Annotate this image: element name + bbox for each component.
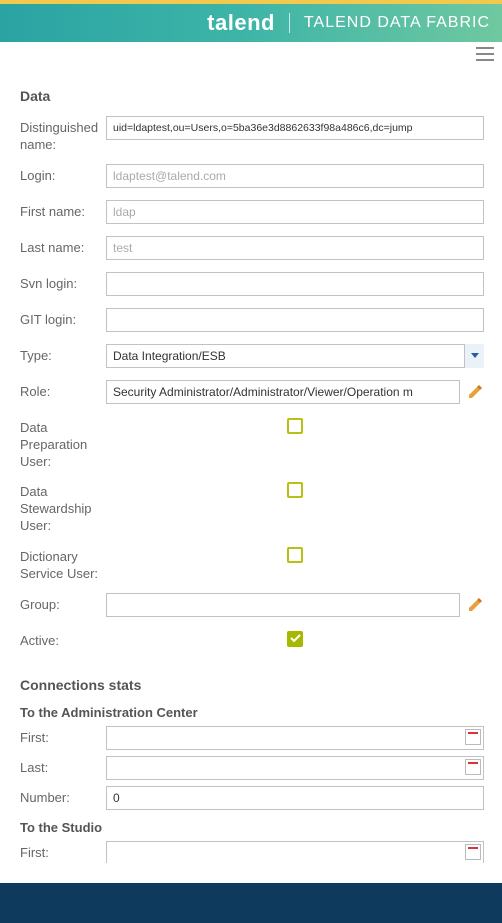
label-role: Role:: [20, 380, 106, 401]
app-header: talend TALEND DATA FABRIC: [0, 4, 502, 42]
ac-number-input[interactable]: [106, 786, 484, 810]
git-login-input[interactable]: [106, 308, 484, 332]
calendar-icon[interactable]: [465, 844, 481, 860]
form-content: Data Distinguished name: Login: First na…: [0, 66, 502, 863]
label-first-name: First name:: [20, 200, 106, 221]
calendar-icon[interactable]: [465, 759, 481, 775]
footer-bar: [0, 883, 502, 923]
label-svn-login: Svn login:: [20, 272, 106, 293]
active-checkbox[interactable]: [287, 631, 303, 647]
st-first-input[interactable]: [106, 841, 484, 863]
distinguished-name-input[interactable]: [106, 116, 484, 140]
chevron-down-icon[interactable]: [464, 344, 484, 368]
edit-group-icon[interactable]: [466, 596, 484, 614]
subheading-studio: To the Studio: [20, 820, 484, 835]
first-name-input[interactable]: [106, 200, 484, 224]
ac-first-input[interactable]: [106, 726, 484, 750]
label-distinguished-name: Distinguished name:: [20, 116, 106, 154]
type-select[interactable]: [106, 344, 484, 368]
label-group: Group:: [20, 593, 106, 614]
product-title: TALEND DATA FABRIC: [304, 14, 490, 32]
label-ac-number: Number:: [20, 790, 106, 805]
role-input[interactable]: [106, 380, 460, 404]
svn-login-input[interactable]: [106, 272, 484, 296]
section-title-connections: Connections stats: [20, 677, 484, 693]
logo-brand: talend: [207, 10, 275, 36]
data-prep-user-checkbox[interactable]: [287, 418, 303, 434]
label-ac-last: Last:: [20, 760, 106, 775]
label-login: Login:: [20, 164, 106, 185]
ac-last-input[interactable]: [106, 756, 484, 780]
edit-role-icon[interactable]: [466, 383, 484, 401]
menu-row: [0, 42, 502, 66]
calendar-icon[interactable]: [465, 729, 481, 745]
label-type: Type:: [20, 344, 106, 365]
label-ac-first: First:: [20, 730, 106, 745]
last-name-input[interactable]: [106, 236, 484, 260]
header-separator: [289, 13, 290, 33]
data-steward-user-checkbox[interactable]: [287, 482, 303, 498]
label-data-prep-user: Data Preparation User:: [20, 416, 106, 471]
hamburger-menu-icon[interactable]: [476, 47, 494, 61]
label-data-steward-user: Data Stewardship User:: [20, 480, 106, 535]
login-input[interactable]: [106, 164, 484, 188]
group-input[interactable]: [106, 593, 460, 617]
label-git-login: GIT login:: [20, 308, 106, 329]
label-dictionary-user: Dictionary Service User:: [20, 545, 106, 583]
section-title-data: Data: [20, 88, 484, 104]
subheading-admin-center: To the Administration Center: [20, 705, 484, 720]
label-active: Active:: [20, 629, 106, 650]
label-st-first: First:: [20, 845, 106, 860]
label-last-name: Last name:: [20, 236, 106, 257]
dictionary-user-checkbox[interactable]: [287, 547, 303, 563]
